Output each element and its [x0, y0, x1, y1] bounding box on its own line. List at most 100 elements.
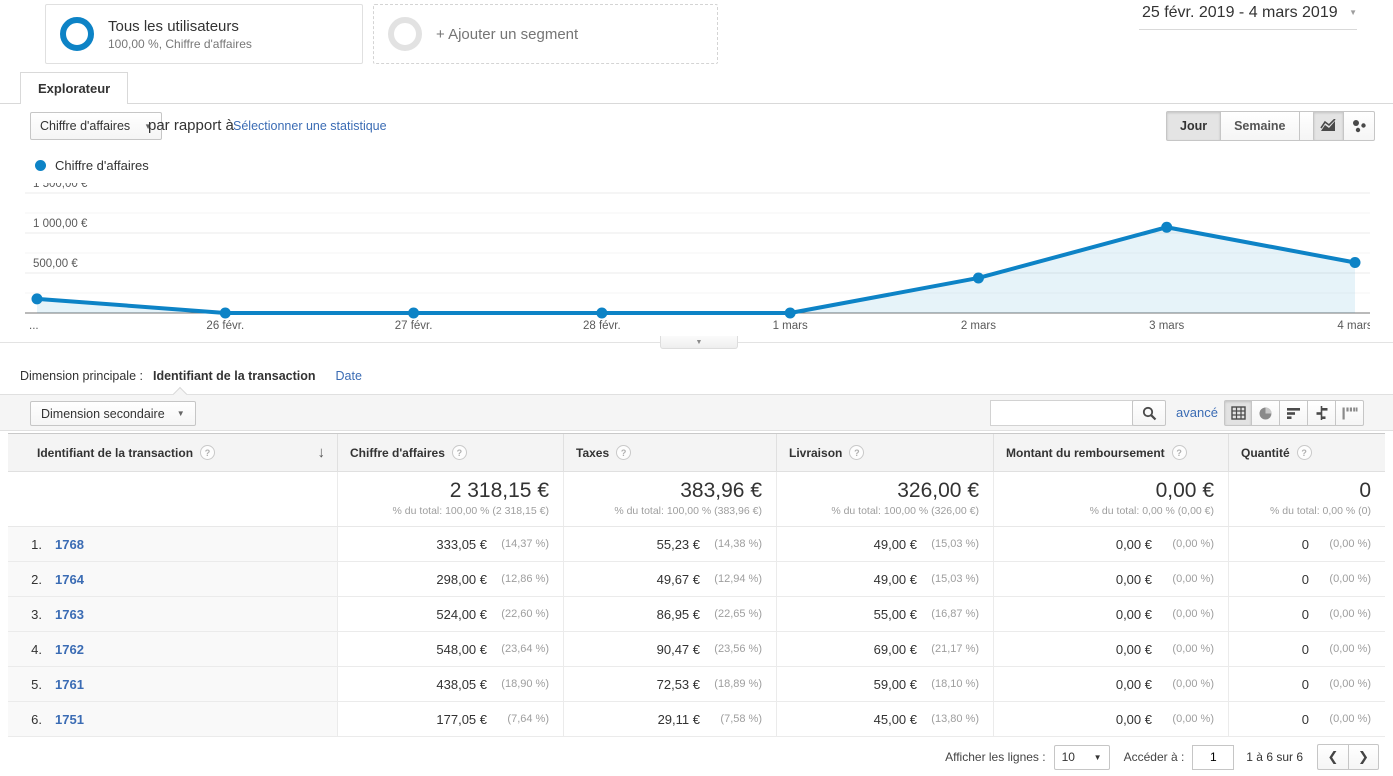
- transactions-table: Identifiant de la transaction ? ↓ Chiffr…: [8, 433, 1385, 737]
- column-header-transaction-id[interactable]: Identifiant de la transaction ? ↓: [8, 434, 337, 471]
- column-header-taxes[interactable]: Taxes ?: [563, 434, 776, 471]
- cell-percent: (0,00 %): [1329, 713, 1371, 725]
- cell-value: 0: [1301, 641, 1309, 657]
- svg-text:2 mars: 2 mars: [961, 320, 996, 332]
- total-refund: 0,00 € % du total: 0,00 % (0,00 €): [993, 472, 1228, 526]
- cell-percent: (0,00 %): [1172, 538, 1214, 550]
- line-chart-icon: [1320, 119, 1336, 131]
- refund-cell: 0,00 € (0,00 %): [993, 632, 1228, 666]
- advanced-filter-link[interactable]: avancé: [1176, 405, 1218, 420]
- date-range-label: 25 févr. 2019 - 4 mars 2019: [1141, 4, 1338, 21]
- totals-spacer: [8, 472, 337, 526]
- cell-value: 72,53 €: [656, 676, 700, 692]
- cell-value: 298,00 €: [436, 571, 487, 587]
- cell-percent: (23,64 %): [501, 643, 549, 655]
- refund-cell: 0,00 € (0,00 %): [993, 597, 1228, 631]
- metric-select-dropdown[interactable]: Chiffre d'affaires ▼: [30, 112, 163, 140]
- cell-value: 548,00 €: [436, 641, 487, 657]
- transaction-id-link[interactable]: 1751: [55, 712, 84, 727]
- column-label: Chiffre d'affaires: [350, 445, 445, 460]
- cell-percent: (0,00 %): [1329, 643, 1371, 655]
- cell-percent: (18,90 %): [501, 678, 549, 690]
- rows-per-page-select[interactable]: 10 ▼: [1053, 744, 1110, 770]
- granularity-week-button[interactable]: Semaine: [1221, 111, 1300, 141]
- date-range-selector[interactable]: 25 févr. 2019 - 4 mars 2019 ▼: [1139, 4, 1357, 30]
- percentage-view-button[interactable]: [1252, 400, 1280, 426]
- table-view-button[interactable]: [1224, 400, 1252, 426]
- total-value: 2 318,15 €: [449, 479, 549, 502]
- table-toolbar: Dimension secondaire ▼ avancé: [0, 394, 1393, 431]
- secondary-dimension-dropdown[interactable]: Dimension secondaire ▼: [30, 401, 196, 426]
- next-page-button[interactable]: ❯: [1348, 744, 1379, 770]
- table-row: 2. 1764 298,00 € (12,86 %) 49,67 € (12,9…: [8, 562, 1385, 597]
- cell-percent: (23,56 %): [714, 643, 762, 655]
- cell-percent: (22,60 %): [501, 608, 549, 620]
- help-icon[interactable]: ?: [849, 445, 865, 460]
- comparison-icon: [1316, 406, 1328, 420]
- shipping-cell: 59,00 € (18,10 %): [776, 667, 993, 701]
- previous-page-button[interactable]: ❮: [1317, 744, 1348, 770]
- total-shipping: 326,00 € % du total: 100,00 % (326,00 €): [776, 472, 993, 526]
- row-rank: 6.: [31, 711, 42, 727]
- cell-value: 86,95 €: [656, 606, 700, 622]
- chart-collapse-handle[interactable]: ▼: [660, 336, 738, 349]
- transaction-id-link[interactable]: 1764: [55, 572, 84, 587]
- table-row: 4. 1762 548,00 € (23,64 %) 90,47 € (23,5…: [8, 632, 1385, 667]
- cell-value: 49,00 €: [873, 536, 917, 552]
- select-statistic-link[interactable]: Sélectionner une statistique: [233, 119, 387, 133]
- svg-text:26 févr.: 26 févr.: [206, 320, 244, 332]
- cell-value: 0,00 €: [1115, 536, 1152, 552]
- total-revenue: 2 318,15 € % du total: 100,00 % (2 318,1…: [337, 472, 563, 526]
- dimension-date-link[interactable]: Date: [336, 369, 362, 383]
- transaction-id-link[interactable]: 1768: [55, 537, 84, 552]
- search-button[interactable]: [1132, 400, 1166, 426]
- row-range-label: 1 à 6 sur 6: [1246, 750, 1303, 764]
- help-icon[interactable]: ?: [451, 445, 467, 460]
- table-row: 1. 1768 333,05 € (14,37 %) 55,23 € (14,3…: [8, 527, 1385, 562]
- help-icon[interactable]: ?: [1171, 445, 1187, 460]
- granularity-day-button[interactable]: Jour: [1166, 111, 1222, 141]
- transaction-id-link[interactable]: 1763: [55, 607, 84, 622]
- secondary-dimension-label: Dimension secondaire: [41, 406, 165, 421]
- column-header-quantity[interactable]: Quantité ?: [1228, 434, 1385, 471]
- row-rank: 1.: [31, 536, 42, 552]
- revenue-cell: 548,00 € (23,64 %): [337, 632, 563, 666]
- quantity-cell: 0 (0,00 %): [1228, 527, 1385, 561]
- cell-value: 29,11 €: [657, 711, 700, 727]
- cell-value: 0: [1301, 571, 1309, 587]
- help-icon[interactable]: ?: [1296, 445, 1312, 460]
- cell-percent: (16,87 %): [931, 608, 979, 620]
- tab-explorateur[interactable]: Explorateur: [20, 72, 129, 104]
- legend-dot-icon: [35, 160, 46, 171]
- transaction-id-link[interactable]: 1762: [55, 642, 84, 657]
- taxes-cell: 72,53 € (18,89 %): [563, 667, 776, 701]
- cell-percent: (21,17 %): [931, 643, 979, 655]
- revenue-cell: 438,05 € (18,90 %): [337, 667, 563, 701]
- column-header-refund[interactable]: Montant du remboursement ?: [993, 434, 1228, 471]
- refund-cell: 0,00 € (0,00 %): [993, 667, 1228, 701]
- performance-view-button[interactable]: [1280, 400, 1308, 426]
- column-header-shipping[interactable]: Livraison ?: [776, 434, 993, 471]
- column-label: Montant du remboursement: [1006, 445, 1165, 460]
- motion-chart-button[interactable]: [1344, 111, 1375, 141]
- table-search-input[interactable]: [990, 400, 1133, 426]
- comparison-view-button[interactable]: [1308, 400, 1336, 426]
- pie-chart-icon: [1259, 407, 1272, 419]
- cell-percent: (13,80 %): [931, 713, 979, 725]
- transaction-id-link[interactable]: 1761: [55, 677, 84, 692]
- pivot-view-button[interactable]: [1336, 400, 1364, 426]
- help-icon[interactable]: ?: [616, 445, 632, 460]
- cell-value: 45,00 €: [873, 711, 917, 727]
- line-chart-button[interactable]: [1313, 111, 1344, 141]
- cell-percent: (7,58 %): [720, 713, 762, 725]
- row-rank: 2.: [31, 571, 42, 587]
- dimension-transaction-id[interactable]: Identifiant de la transaction: [153, 369, 316, 383]
- goto-page-input[interactable]: [1192, 744, 1235, 770]
- cell-value: 55,23 €: [656, 536, 700, 552]
- column-header-revenue[interactable]: Chiffre d'affaires ?: [337, 434, 563, 471]
- cell-value: 55,00 €: [873, 606, 917, 622]
- help-icon[interactable]: ?: [200, 445, 216, 460]
- add-segment-card[interactable]: + Ajouter un segment: [373, 4, 718, 64]
- segment-donut-gray-icon: [388, 17, 422, 51]
- segment-card-all-users[interactable]: Tous les utilisateurs 100,00 %, Chiffre …: [45, 4, 363, 64]
